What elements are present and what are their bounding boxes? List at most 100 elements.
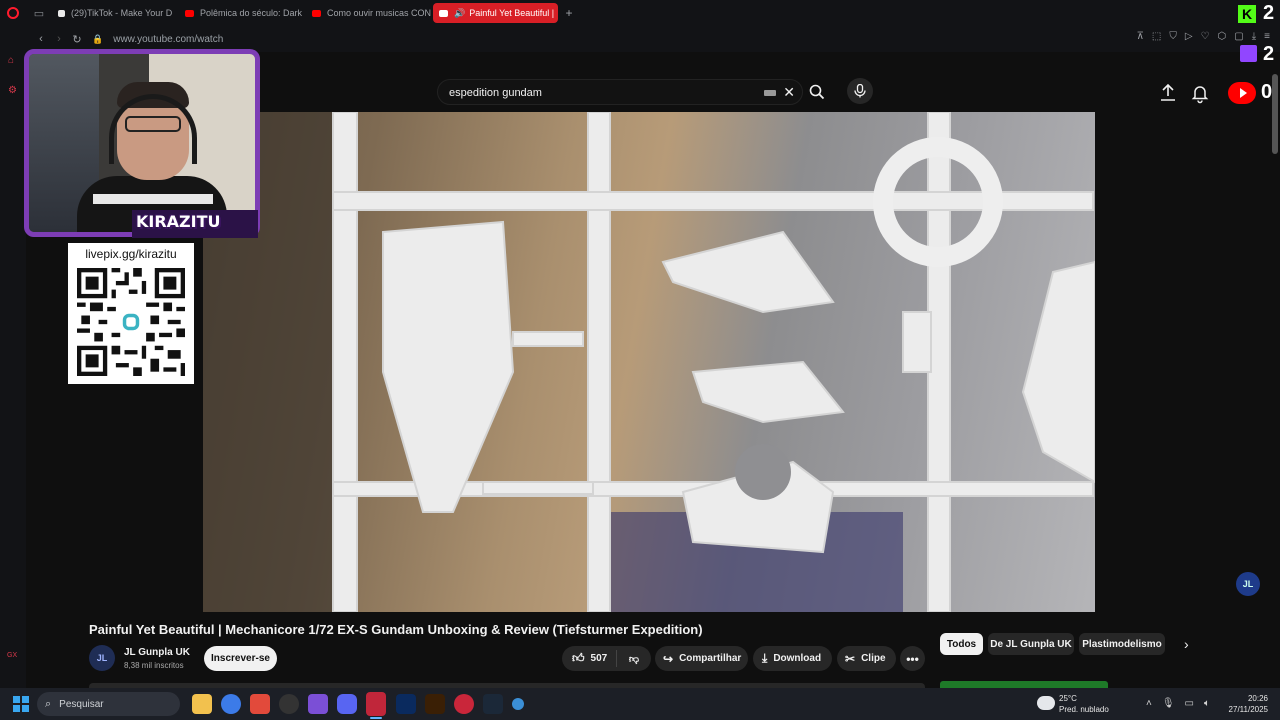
qr-code-icon bbox=[77, 268, 185, 376]
search-button[interactable] bbox=[804, 79, 830, 105]
like-button[interactable]: 👍︎ 507 bbox=[562, 650, 617, 667]
recommended-thumbnail[interactable] bbox=[940, 681, 1108, 688]
active-app-indicator bbox=[370, 717, 382, 719]
system-tray: ˄ 🎙︎ ▭ 🔈︎ bbox=[1146, 698, 1210, 709]
reload-icon[interactable]: ↻ bbox=[68, 29, 86, 49]
dislike-button[interactable]: 👎︎ bbox=[617, 653, 651, 665]
livepix-qr-panel: livepix.gg/kirazitu bbox=[68, 243, 194, 384]
extensions-icon[interactable]: ⬡ bbox=[1218, 31, 1227, 42]
chevron-right-icon[interactable]: › bbox=[1184, 636, 1189, 652]
channel-watermark[interactable]: JL bbox=[1236, 572, 1260, 596]
tab-youtube-musicas[interactable]: Como ouvir musicas CON bbox=[306, 3, 431, 23]
like-dislike-group: 👍︎ 507 👎︎ bbox=[562, 646, 651, 671]
streamer-webcam bbox=[24, 49, 260, 237]
voice-search-button[interactable] bbox=[847, 78, 873, 104]
discord-icon[interactable] bbox=[337, 694, 357, 714]
shield-icon[interactable]: ⛉ bbox=[1169, 31, 1177, 42]
download-icon[interactable]: ⤓ bbox=[1252, 31, 1256, 42]
youtube-favicon-icon bbox=[185, 9, 194, 17]
search-input[interactable]: espedition gundam ✕ bbox=[437, 79, 803, 105]
app-dot-icon[interactable] bbox=[512, 698, 524, 710]
thumbs-up-icon: 👍︎ bbox=[572, 651, 585, 665]
tab-youtube-active[interactable]: 🔊 Painful Yet Beautiful | bbox=[433, 3, 558, 23]
chip-plastimodelismo[interactable]: Plastimodelismo bbox=[1079, 633, 1165, 655]
youtube-viewer-count: 0 bbox=[1261, 81, 1273, 103]
app-purple-icon[interactable] bbox=[308, 694, 328, 714]
share-label: Compartilhar bbox=[679, 653, 742, 664]
video-player[interactable] bbox=[203, 112, 1095, 612]
microphone-tray-icon[interactable]: 🎙︎ bbox=[1162, 698, 1175, 709]
tab-tiktok[interactable]: (29)TikTok - Make Your D bbox=[52, 3, 177, 23]
channel-name[interactable]: JL Gunpla UK bbox=[124, 647, 190, 658]
channel-avatar[interactable]: JL bbox=[89, 645, 115, 671]
forward-icon[interactable]: › bbox=[50, 29, 68, 49]
steam-icon[interactable] bbox=[483, 694, 503, 714]
photoshop-icon[interactable] bbox=[396, 694, 416, 714]
speaker-icon[interactable]: 🔊 bbox=[454, 8, 465, 19]
pin-icon[interactable]: ⊼ bbox=[1137, 31, 1144, 42]
share-button[interactable]: ↪ Compartilhar bbox=[655, 646, 748, 671]
obs-icon[interactable] bbox=[279, 694, 299, 714]
play-icon[interactable]: ▷ bbox=[1185, 31, 1193, 42]
windows-start-icon[interactable] bbox=[13, 696, 29, 712]
app-red-icon[interactable] bbox=[250, 694, 270, 714]
app-blue-icon[interactable] bbox=[221, 694, 241, 714]
new-tab-button[interactable]: + bbox=[560, 6, 578, 20]
kick-logo-icon: K bbox=[1238, 5, 1256, 23]
sidebar-gx-label[interactable]: GX bbox=[7, 652, 17, 659]
keyboard-icon[interactable] bbox=[764, 90, 776, 96]
taskbar-search-placeholder: Pesquisar bbox=[59, 698, 104, 710]
notifications-button[interactable] bbox=[1189, 82, 1211, 104]
file-explorer-icon[interactable] bbox=[192, 694, 212, 714]
twitch-logo-icon bbox=[1240, 45, 1257, 62]
tab-label: Como ouvir musicas CON bbox=[327, 8, 431, 18]
network-icon[interactable]: ▭ bbox=[1185, 698, 1194, 709]
volume-icon[interactable]: 🔈︎ bbox=[1204, 698, 1210, 709]
share-icon: ↪ bbox=[663, 651, 674, 666]
tab-youtube-polemica[interactable]: Polêmica do século: Dark bbox=[179, 3, 304, 23]
streamer-name: KIRAZITU bbox=[136, 212, 221, 231]
youtube-account-avatar[interactable] bbox=[1228, 82, 1256, 104]
taskbar-clock[interactable]: 20:26 27/11/2025 bbox=[1220, 693, 1268, 715]
url-field[interactable]: www.youtube.com/watch bbox=[113, 34, 223, 45]
chip-from-channel[interactable]: De JL Gunpla UK bbox=[988, 633, 1074, 655]
clock-time: 20:26 bbox=[1247, 694, 1268, 703]
video-title: Painful Yet Beautiful | Mechanicore 1/72… bbox=[89, 622, 703, 637]
opera-logo-icon[interactable] bbox=[0, 0, 26, 26]
heart-icon[interactable]: ♡ bbox=[1201, 31, 1210, 42]
back-icon[interactable]: ‹ bbox=[32, 29, 50, 49]
illustrator-icon[interactable] bbox=[425, 694, 445, 714]
chip-all[interactable]: Todos bbox=[940, 633, 983, 655]
subscribe-button[interactable]: Inscrever-se bbox=[204, 646, 277, 671]
download-button[interactable]: ⤓ Download bbox=[753, 646, 832, 671]
opera-gx-icon[interactable] bbox=[366, 692, 386, 716]
weather-widget[interactable]: 25°C Pred. nublado bbox=[1059, 693, 1109, 715]
menu-icon[interactable]: ≡ bbox=[1264, 31, 1270, 42]
youtube-favicon-icon bbox=[312, 9, 321, 17]
search-icon bbox=[809, 84, 825, 100]
tab-label: Painful Yet Beautiful | bbox=[469, 8, 555, 18]
upload-button[interactable] bbox=[1157, 82, 1179, 104]
page-scrollbar[interactable] bbox=[1272, 74, 1278, 154]
bell-icon bbox=[1191, 86, 1209, 104]
sidebar-settings-icon[interactable]: ⚙ bbox=[8, 85, 20, 97]
more-actions-button[interactable]: ••• bbox=[900, 646, 925, 671]
app-player-icon[interactable] bbox=[454, 694, 474, 714]
tab-label: (29)TikTok - Make Your D bbox=[71, 8, 173, 18]
tab-label: Polêmica do século: Dark bbox=[200, 8, 303, 18]
video-frame-gunpla-runner bbox=[203, 112, 1095, 612]
clip-button[interactable]: ✂ Clipe bbox=[837, 646, 896, 671]
snapshot-icon[interactable]: ⬚ bbox=[1152, 31, 1161, 42]
thumbs-down-icon: 👎︎ bbox=[628, 653, 640, 665]
clock-date: 27/11/2025 bbox=[1228, 705, 1268, 714]
clear-search-icon[interactable]: ✕ bbox=[783, 85, 795, 99]
download-arrow-icon: ⤓ bbox=[762, 651, 768, 665]
sidebar-bag-icon[interactable]: ⌂ bbox=[8, 55, 20, 67]
tab-menu-icon[interactable]: ▭ bbox=[26, 0, 52, 26]
chevron-up-icon[interactable]: ˄ bbox=[1146, 698, 1152, 709]
search-value[interactable]: espedition gundam bbox=[449, 87, 542, 99]
taskbar-search[interactable]: ⌕ Pesquisar bbox=[37, 692, 180, 716]
kick-viewer-count: 2 bbox=[1263, 2, 1275, 24]
wallet-icon[interactable]: ▢ bbox=[1234, 31, 1243, 42]
weather-desc: Pred. nublado bbox=[1059, 705, 1109, 714]
